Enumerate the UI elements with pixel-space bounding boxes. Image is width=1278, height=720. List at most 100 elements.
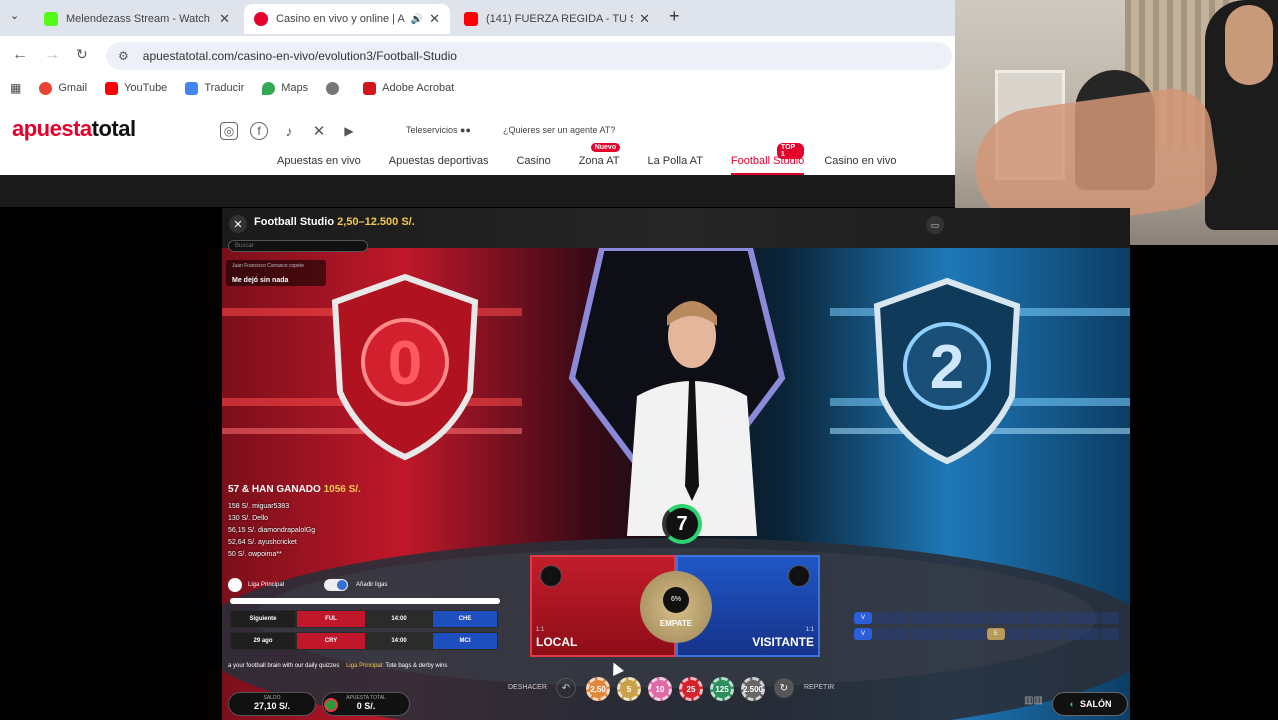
site-header: apuestatotal ◎ f ♪ ✕ ▶ Teleservicios ●● …	[0, 102, 955, 175]
away-shield-number: 2	[930, 333, 964, 402]
bookmark-youtube[interactable]: YouTube	[105, 81, 168, 95]
nav-apuestas-en-vivo[interactable]: Apuestas en vivo	[277, 155, 361, 175]
lobby-button[interactable]: ◖ SALÓN	[1052, 692, 1128, 716]
fixture-row[interactable]: 29 ago CRY 14:00 MCI	[230, 632, 502, 650]
chip-5[interactable]: 5	[617, 677, 641, 701]
x-twitter-icon[interactable]: ✕	[310, 122, 328, 140]
fixture-home: CRY	[296, 632, 366, 650]
roadmap-cell	[1082, 628, 1100, 640]
close-tab-icon[interactable]: ✕	[639, 11, 650, 27]
back-icon[interactable]: ←	[12, 46, 28, 64]
roadmap-cell	[987, 612, 1005, 624]
youtube-icon	[464, 12, 478, 26]
chip-25[interactable]: 25	[679, 677, 703, 701]
bookmark-traducir[interactable]: Traducir	[185, 81, 245, 95]
nav-zona-at[interactable]: Zona AT Nuevo	[579, 143, 621, 175]
home-shield: 0	[331, 273, 479, 461]
winners-header: 57 & HAN GANADO 1056 S/.	[228, 484, 408, 495]
nav-casino-en-vivo[interactable]: Casino en vivo	[824, 155, 896, 175]
bookmark-label: YouTube	[124, 82, 168, 94]
forward-icon[interactable]: →	[44, 46, 60, 64]
league-toggle[interactable]	[324, 579, 349, 591]
fixture-away: CHE	[432, 610, 498, 628]
chip-2-50[interactable]: 2,50	[586, 677, 610, 701]
chip-125[interactable]: 125	[710, 677, 734, 701]
ticker-league: Liga Principal:	[346, 663, 384, 669]
fixture-date: Siguiente	[230, 610, 296, 628]
new-tab-button[interactable]: +	[669, 6, 680, 27]
tab-title: Melendezass Stream - Watch Live	[66, 13, 213, 25]
youtube-icon	[105, 81, 119, 95]
chip-tray: 2,50 5 10 25 125 2.500	[586, 677, 772, 701]
chip-10[interactable]: 10	[648, 677, 672, 701]
social-links: ◎ f ♪ ✕ ▶	[220, 122, 370, 140]
chat-username: Juan Francisco Carrasco copete	[232, 263, 304, 269]
add-leagues-label[interactable]: Añadir ligas	[356, 582, 387, 588]
chat-icon[interactable]: ▭	[926, 216, 944, 234]
bookmark-label: Traducir	[204, 82, 245, 94]
tab-melendezass[interactable]: Melendezass Stream - Watch Live ✕	[34, 4, 240, 34]
bookmark-maps[interactable]: Maps	[262, 81, 308, 95]
away-shield: 2	[873, 277, 1021, 465]
close-tab-icon[interactable]: ✕	[219, 11, 230, 27]
nav-apuestas-deportivas[interactable]: Apuestas deportivas	[389, 155, 489, 175]
apps-grid-icon[interactable]: ▦	[10, 81, 21, 95]
reload-icon[interactable]: ↻	[76, 46, 88, 63]
roadmap-cell	[892, 612, 910, 624]
agent-link[interactable]: ¿Quieres ser un agente AT?	[503, 125, 615, 135]
site-info-icon[interactable]: ⚙	[118, 49, 129, 63]
bookmarks-bar: ▦ Gmail YouTube Traducir Maps Adobe Acro…	[0, 76, 955, 100]
teleservicios-label: Teleservicios	[406, 125, 458, 135]
nav-la-polla-at[interactable]: La Polla AT	[647, 155, 702, 175]
roadmap-cell	[930, 628, 948, 640]
tab-apuestatotal[interactable]: Casino en vivo y online | Apuesta Total …	[244, 4, 450, 34]
teleservicios-link[interactable]: Teleservicios ●●	[406, 125, 471, 135]
roadmap-cell	[911, 628, 929, 640]
tie-percentage: 6%	[663, 586, 689, 613]
fixture-time: 14:00	[366, 632, 432, 650]
bookmark-gmail[interactable]: Gmail	[39, 81, 87, 95]
game-name: Football Studio	[254, 216, 335, 228]
close-game-icon[interactable]: ✕	[229, 215, 247, 233]
youtube-social-icon[interactable]: ▶	[340, 122, 358, 140]
bookmark-globe[interactable]	[326, 81, 345, 95]
tab-search-icon[interactable]: ⌄	[10, 9, 19, 22]
undo-icon[interactable]: ↶	[556, 678, 576, 698]
facebook-icon[interactable]: f	[250, 122, 268, 140]
bookmark-adobe[interactable]: Adobe Acrobat	[363, 81, 454, 95]
roadmap-cell	[1006, 612, 1024, 624]
nav-football-studio[interactable]: Football Studio TOP 1	[730, 143, 805, 175]
repeat-label[interactable]: REPETIR	[804, 684, 834, 691]
repeat-icon[interactable]: ↻	[774, 678, 794, 698]
tiktok-icon[interactable]: ♪	[280, 122, 298, 140]
winner-row: 52,64 S/. ayushcricket	[228, 539, 297, 546]
stats-icon[interactable]: ▥▥	[1024, 695, 1048, 713]
nav-casino[interactable]: Casino	[516, 155, 550, 175]
speaker-icon[interactable]: 🔊	[411, 14, 423, 25]
tab-youtube[interactable]: (141) FUERZA REGIDA - TU SANGRE ✕	[454, 4, 660, 34]
roadmap-cell	[1063, 612, 1081, 624]
balance-pill: SALDO 27,10 S/.	[228, 692, 316, 716]
fixture-time: 14:00	[366, 610, 432, 628]
nuevo-badge: Nuevo	[590, 143, 621, 152]
url-field[interactable]: ⚙ apuestatotal.com/casino-en-vivo/evolut…	[106, 42, 952, 70]
chip-2500[interactable]: 2.500	[741, 677, 765, 701]
winner-row: 50 S/. owpoima**	[228, 551, 282, 558]
close-tab-icon[interactable]: ✕	[429, 11, 440, 27]
google-icon	[39, 81, 53, 95]
chat-search-input[interactable]: Buscar	[228, 240, 368, 252]
game-title: Football Studio 2,50–12.500 S/.	[254, 216, 415, 228]
dealer	[627, 301, 757, 536]
fixture-row[interactable]: Siguiente FUL 14:00 CHE	[230, 610, 502, 628]
tab-title: Casino en vivo y online | Apuesta Total	[276, 13, 405, 25]
fixtures-table: Siguiente FUL 14:00 CHE 29 ago CRY 14:00…	[230, 610, 502, 654]
apuestatotal-logo[interactable]: apuestatotal	[12, 116, 136, 142]
screen: ⌄ Melendezass Stream - Watch Live ✕ Casi…	[0, 0, 1278, 720]
roadmap-cell	[1101, 612, 1119, 624]
url-text: apuestatotal.com/casino-en-vivo/evolutio…	[142, 49, 457, 63]
roadmap-cell	[1082, 612, 1100, 624]
instagram-icon[interactable]: ◎	[220, 122, 238, 140]
bet-spot-empate[interactable]: 6% EMPATE	[640, 571, 712, 643]
undo-label[interactable]: DESHACER	[508, 684, 547, 691]
home-team-chip-icon	[540, 565, 562, 587]
